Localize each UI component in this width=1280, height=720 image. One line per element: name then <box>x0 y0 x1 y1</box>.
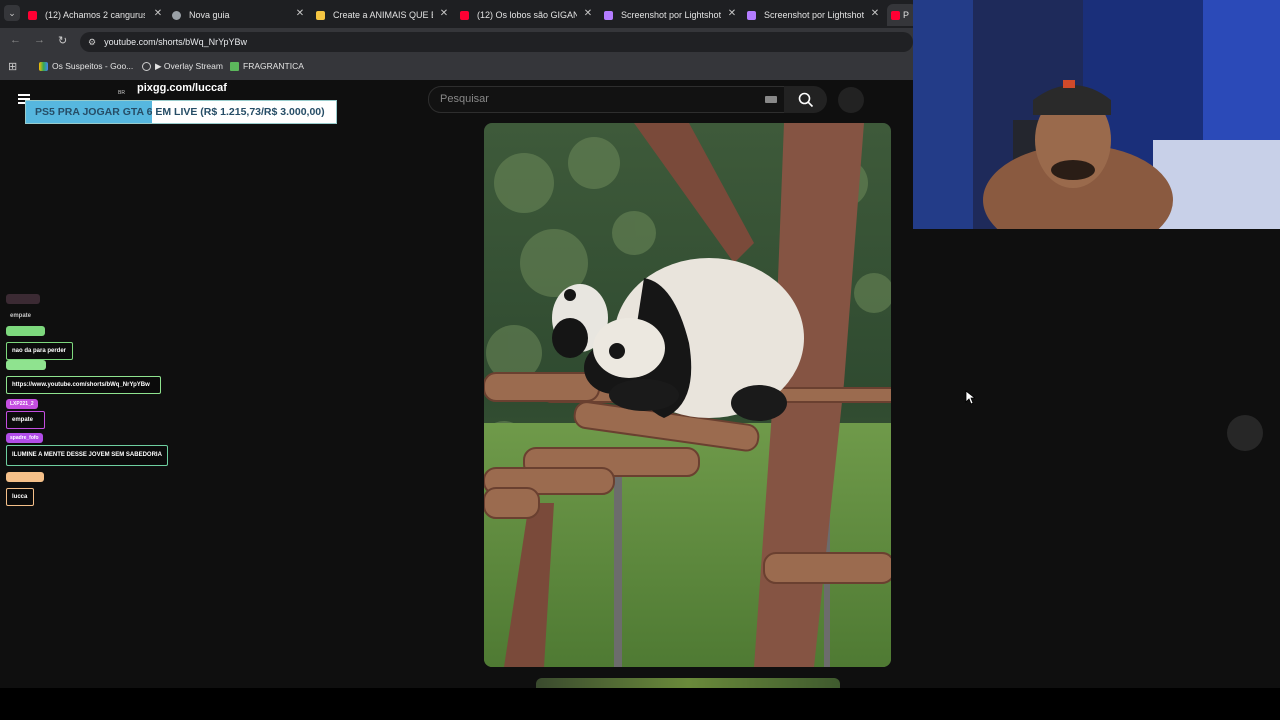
tab-title: Create a ANIMAIS QUE EU <box>333 10 433 20</box>
close-icon[interactable]: ✕ <box>726 8 738 19</box>
chat-username: spadre_fofo <box>6 433 43 443</box>
address-bar[interactable]: ⚙ youtube.com/shorts/bWq_NrYpYBw <box>80 32 913 52</box>
next-video-button[interactable] <box>1227 415 1263 451</box>
bookmark-label: Os Suspeitos - Goo... <box>52 61 134 71</box>
video-frame <box>484 123 891 667</box>
browser-tab[interactable]: Create a ANIMAIS QUE EU ✕ <box>316 4 450 26</box>
globe-icon <box>142 62 151 71</box>
site-info-icon[interactable]: ⚙ <box>88 37 96 48</box>
chat-message: empate <box>6 291 40 319</box>
close-icon[interactable]: ✕ <box>152 8 164 19</box>
mouse-cursor-icon <box>965 390 975 405</box>
country-code: BR <box>118 90 125 96</box>
chat-username: LXP221_2 <box>6 399 38 409</box>
forward-icon[interactable]: → <box>34 34 45 46</box>
close-icon[interactable]: ✕ <box>294 8 306 19</box>
shorts-video-player[interactable] <box>484 123 891 667</box>
search-input[interactable]: Pesquisar <box>428 86 785 113</box>
apps-grid-icon[interactable]: ⊞ <box>8 60 17 73</box>
voice-search-button[interactable] <box>838 87 864 113</box>
goal-text: PS5 PRA JOGAR GTA 6 EM LIVE (R$ 1.215,73… <box>35 106 325 118</box>
tab-title: Screenshot por Lightshot <box>621 10 721 20</box>
search-placeholder: Pesquisar <box>440 93 489 105</box>
youtube-icon <box>891 10 900 20</box>
browser-tab[interactable]: Screenshot por Lightshot ✕ <box>747 4 881 26</box>
bookmark-item[interactable]: ▶ Overlay Stream <box>142 61 223 72</box>
google-drive-icon <box>39 61 48 71</box>
bookmark-label: ▶ Overlay Stream <box>155 61 223 71</box>
donation-link: pixgg.com/luccaf <box>137 82 227 94</box>
tab-title: Screenshot por Lightshot <box>764 10 864 20</box>
browser-tab[interactable]: Nova guia ✕ <box>172 4 306 26</box>
browser-tab-strip: ⌄ (12) Achamos 2 cangurus b ✕ Nova guia … <box>0 0 917 28</box>
tab-title: (12) Os lobos são GIGANT <box>477 10 577 20</box>
chat-message: https://www.youtube.com/shorts/bWq_NrYpY… <box>6 357 161 394</box>
close-icon[interactable]: ✕ <box>869 8 881 19</box>
youtube-icon <box>28 10 37 20</box>
next-short-preview[interactable] <box>536 678 840 688</box>
search-button[interactable] <box>784 86 827 113</box>
browser-toolbar: ← → ↻ ⚙ youtube.com/shorts/bWq_NrYpYBw <box>0 28 913 56</box>
browser-tab[interactable]: (12) Os lobos são GIGANT ✕ <box>460 4 594 26</box>
feather-icon <box>604 10 613 20</box>
bookmarks-bar: ⊞ Os Suspeitos - Goo... ▶ Overlay Stream… <box>0 56 913 81</box>
search-icon <box>798 92 814 108</box>
feather-icon <box>747 10 756 20</box>
chat-message: spadre_fofo ILUMINE A MENTE DESSE JOVEM … <box>6 426 168 466</box>
chat-message: lucca <box>6 469 44 506</box>
fragrantica-icon <box>230 61 239 71</box>
browser-tab[interactable]: (12) Achamos 2 cangurus b ✕ <box>28 4 164 26</box>
tab-title: (12) Achamos 2 cangurus b <box>45 10 145 20</box>
chat-message: LXP221_2 empate <box>6 392 45 429</box>
chat-message: nao da para perder <box>6 323 73 360</box>
webcam-feed <box>913 0 1280 229</box>
bookmark-item[interactable]: FRAGRANTICA <box>230 61 304 71</box>
chat-username <box>6 326 45 336</box>
url-text: youtube.com/shorts/bWq_NrYpYBw <box>104 37 247 47</box>
chat-username <box>6 294 40 304</box>
close-icon[interactable]: ✕ <box>438 8 450 19</box>
bookmark-item[interactable]: Os Suspeitos - Goo... <box>39 61 133 71</box>
chat-text: lucca <box>6 488 34 506</box>
tab-search-icon[interactable]: ⌄ <box>4 5 20 21</box>
youtube-icon <box>460 10 469 20</box>
chat-username <box>6 472 44 482</box>
browser-tab[interactable]: Screenshot por Lightshot ✕ <box>604 4 738 26</box>
close-icon[interactable]: ✕ <box>582 8 594 19</box>
tab-title: P <box>903 10 910 20</box>
document-icon <box>316 10 325 20</box>
bottom-black-bar <box>0 688 1280 720</box>
chat-text: ILUMINE A MENTE DESSE JOVEM SEM SABEDORI… <box>6 445 168 466</box>
chat-username <box>6 360 46 370</box>
keyboard-icon[interactable] <box>765 96 777 103</box>
donation-goal-bar: PS5 PRA JOGAR GTA 6 EM LIVE (R$ 1.215,73… <box>25 100 337 124</box>
chat-text: empate <box>10 313 32 319</box>
back-icon[interactable]: ← <box>10 34 21 46</box>
tab-title: Nova guia <box>189 10 230 20</box>
webcam-image <box>913 0 1280 229</box>
chrome-icon <box>172 10 181 20</box>
reload-icon[interactable]: ↻ <box>58 34 67 47</box>
bookmark-label: FRAGRANTICA <box>243 61 304 71</box>
